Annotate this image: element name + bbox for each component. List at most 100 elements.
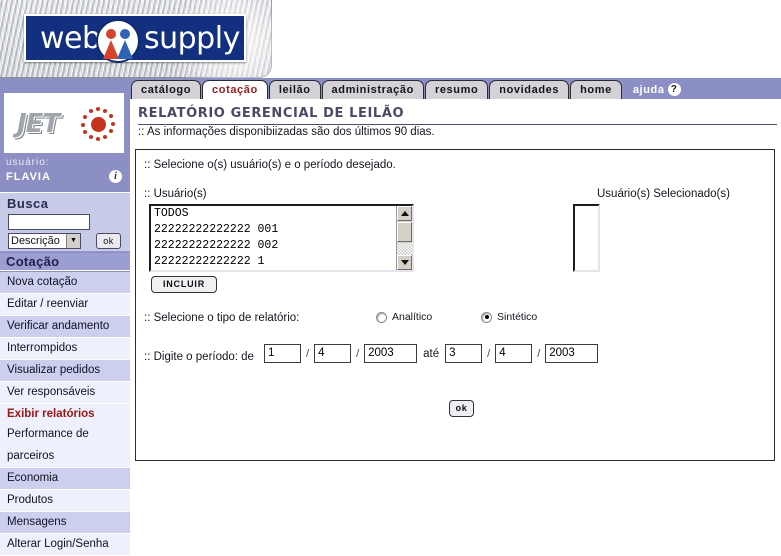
sidebar-section-title: Cotação: [0, 253, 130, 271]
list-item[interactable]: 22222222222222 1: [151, 254, 412, 270]
jet-sun-core: [91, 117, 106, 132]
sidebar-item-produtos[interactable]: Produtos: [0, 490, 130, 512]
period-to-day[interactable]: 3: [445, 344, 483, 363]
emblem-head-red: [106, 29, 116, 39]
sidebar-item-mensagens[interactable]: Mensagens: [0, 512, 130, 534]
jet-sun-ray: [109, 114, 113, 118]
sidebar-item-editar-reenviar[interactable]: Editar / reenviar: [0, 294, 130, 316]
tab-catalogo[interactable]: catálogo: [131, 80, 202, 99]
report-filter-panel: :: Selecione o(s) usuário(s) e o período…: [135, 149, 775, 461]
date-separator: /: [306, 347, 310, 360]
period-row: 1 / 4 / 2003 até 3 / 4 / 2003: [264, 344, 599, 363]
arrow-up-icon: [400, 211, 409, 216]
radio-analitico-icon[interactable]: [376, 311, 387, 323]
question-mark-icon: ?: [667, 83, 681, 96]
sidebar-item-performance-line2[interactable]: parceiros: [0, 446, 130, 468]
jet-sun-ray: [81, 123, 85, 127]
period-from-year[interactable]: 2003: [364, 344, 418, 363]
list-item[interactable]: TODOS: [151, 206, 412, 222]
users-listbox[interactable]: TODOS 22222222222222 001 22222222222222 …: [149, 204, 414, 272]
radio-option-sintetico[interactable]: Sintético: [481, 311, 537, 323]
jet-logo[interactable]: JET: [4, 93, 124, 153]
search-title: Busca: [7, 196, 49, 211]
tab-leilao[interactable]: leilão: [268, 80, 321, 99]
jet-sun-ray: [83, 130, 87, 134]
list-item[interactable]: 22222222222222 001: [151, 222, 412, 238]
search-panel: Busca Descrição ▼ ok: [0, 192, 130, 252]
tab-home[interactable]: home: [570, 80, 622, 99]
radio-analitico-label: Analítico: [392, 311, 433, 323]
tab-list: catálogo cotação leilão administração re…: [131, 78, 690, 99]
jet-sun-ray: [111, 122, 115, 126]
jet-logo-text: JET: [17, 109, 60, 139]
jet-sun-ray: [103, 109, 107, 113]
sidebar-menu: Nova cotação Editar / reenviar Verificar…: [0, 272, 130, 556]
sidebar-item-interrompidos[interactable]: Interrompidos: [0, 338, 130, 360]
period-from-day[interactable]: 1: [264, 344, 301, 363]
websupply-logo[interactable]: web supply: [24, 14, 246, 63]
sidebar-item-ver-responsaveis[interactable]: Ver responsáveis: [0, 382, 130, 404]
tab-ajuda[interactable]: ajuda ?: [623, 80, 690, 99]
sidebar-item-visualizar-pedidos[interactable]: Visualizar pedidos: [0, 360, 130, 382]
tab-administracao[interactable]: administração: [321, 80, 424, 99]
tab-ajuda-label: ajuda: [632, 83, 665, 96]
incluir-button[interactable]: INCLUIR: [151, 276, 217, 293]
page-subtitle: :: As informações disponibiizadas são do…: [138, 126, 435, 138]
search-field-select[interactable]: Descrição ▼: [8, 233, 81, 249]
period-label: :: Digite o período: de: [144, 351, 254, 363]
top-banner: web supply: [0, 0, 781, 130]
emblem-head-blue: [120, 29, 130, 39]
listbox-scrollbar[interactable]: [396, 206, 412, 270]
sidebar-item-alterar-login-senha[interactable]: Alterar Login/Senha: [0, 534, 130, 556]
date-separator: /: [356, 347, 360, 360]
date-separator: /: [537, 347, 541, 360]
users-label: :: Usuário(s): [144, 188, 207, 200]
scroll-down-button[interactable]: [397, 255, 412, 270]
tab-novidades[interactable]: novidades: [489, 80, 570, 99]
search-ok-button[interactable]: ok: [96, 233, 121, 249]
radio-sintetico-label: Sintético: [497, 311, 538, 323]
period-to-month[interactable]: 4: [495, 344, 533, 363]
main-content: RELATÓRIO GERENCIAL DE LEILÃO :: As info…: [130, 99, 781, 556]
two-people-emblem-icon: [96, 19, 140, 63]
period-to-year[interactable]: 2003: [545, 344, 599, 363]
jet-sun-ray: [83, 115, 87, 119]
arrow-down-icon: [400, 260, 409, 265]
report-type-label: :: Selecione o tipo de relatório:: [144, 312, 300, 324]
jet-sun-ray: [89, 109, 93, 113]
title-divider: [138, 124, 777, 125]
info-icon[interactable]: i: [109, 170, 122, 183]
sidebar-item-exibir-relatorios[interactable]: Exibir relatórios: [0, 404, 130, 424]
selected-users-listbox[interactable]: [573, 204, 600, 272]
page-title: RELATÓRIO GERENCIAL DE LEILÃO: [138, 106, 405, 121]
jet-sun-ray: [96, 107, 100, 111]
panel-instruction: :: Selecione o(s) usuário(s) e o período…: [144, 159, 396, 171]
tab-resumo[interactable]: resumo: [424, 80, 489, 99]
tab-cotacao[interactable]: cotação: [202, 80, 268, 99]
scroll-up-button[interactable]: [397, 206, 412, 221]
search-input[interactable]: [8, 214, 90, 230]
user-name: FLAVIA: [6, 171, 51, 183]
jet-sun-ray: [109, 129, 113, 133]
scrollbar-thumb[interactable]: [397, 222, 412, 242]
period-until-label: até: [423, 347, 440, 360]
sidebar-item-nova-cotacao[interactable]: Nova cotação: [0, 272, 130, 294]
submit-ok-button[interactable]: ok: [449, 400, 474, 417]
selected-users-label: Usuário(s) Selecionado(s): [597, 188, 730, 200]
logo-text-supply: supply: [144, 21, 240, 56]
search-field-select-value: Descrição: [11, 235, 60, 247]
radio-sintetico-icon[interactable]: [481, 311, 492, 323]
list-item[interactable]: 22222222222222 002: [151, 238, 412, 254]
radio-option-analitico[interactable]: Analítico: [376, 311, 432, 323]
chevron-down-icon: ▼: [66, 234, 80, 248]
jet-sun-ray: [103, 135, 107, 139]
sidebar: JET usuário: FLAVIA i Busca Descrição ▼: [0, 89, 130, 556]
sidebar-item-performance-line1[interactable]: Performance de: [0, 424, 130, 446]
logo-text-web: web: [40, 21, 101, 56]
sidebar-item-economia[interactable]: Economia: [0, 468, 130, 490]
period-from-month[interactable]: 4: [314, 344, 352, 363]
sidebar-item-verificar-andamento[interactable]: Verificar andamento: [0, 316, 130, 338]
jet-sun-ray: [96, 137, 100, 141]
jet-sun-icon: [81, 107, 115, 141]
emblem-body-blue: [117, 40, 133, 59]
